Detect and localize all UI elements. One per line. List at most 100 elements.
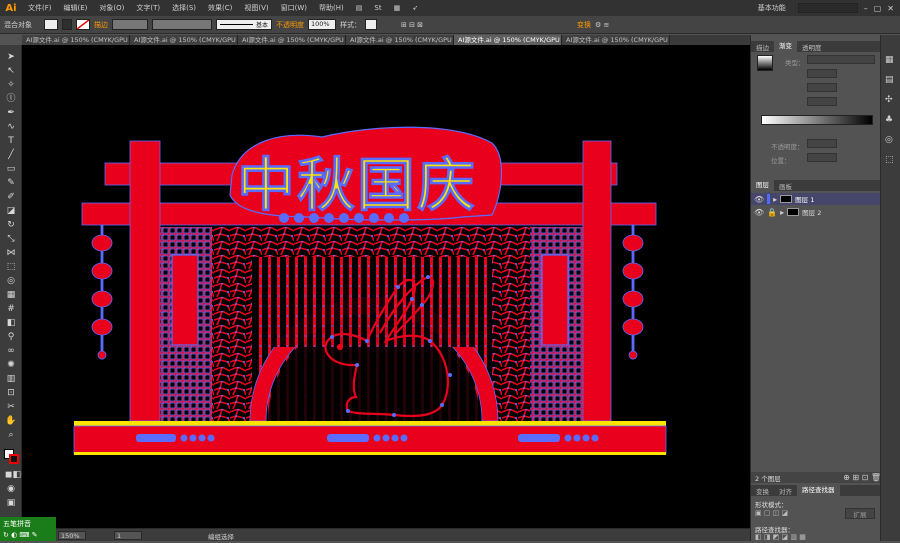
tab-gradient[interactable]: 渐变 [774,41,797,52]
layer-row-2[interactable]: 👁 🔒 ▸ 图层 2 [751,206,881,218]
close-icon[interactable]: ✕ [887,4,894,13]
gradient-tool-icon[interactable]: ◧ [5,317,17,329]
bridge-icon[interactable]: ▤ [350,4,369,12]
swatches-panel-icon[interactable]: ▤ [885,75,897,87]
scale-tool-icon[interactable]: ⤡ [5,233,17,245]
lasso-tool-icon[interactable]: ⓛ [5,93,17,105]
tab-document-1[interactable]: AI源文件.ai @ 150% (CMYK/GPU 预览) [22,35,130,45]
gradient-position-input[interactable] [807,153,837,162]
stroke-swatch[interactable] [76,19,90,30]
line-tool-icon[interactable]: ╱ [5,149,17,161]
magic-wand-tool-icon[interactable]: ✧ [5,79,17,91]
tab-document-6[interactable]: AI源文件.ai @ 150% (CMYK/GPU 预览) [562,35,670,45]
tab-pathfinder[interactable]: 路径查找器 [797,485,840,496]
eyedropper-tool-icon[interactable]: ⚲ [5,331,17,343]
tab-artboards[interactable]: 画板 [774,181,797,191]
layer-actions-icons[interactable]: ⊕ ⊞ ⊡ 🗑 [843,473,881,482]
layer-row-1[interactable]: 👁 ▸ 图层 1 [751,193,881,205]
shape-mode-buttons[interactable]: ▣ ▢ ◫ ◪ [755,509,835,519]
layer-name[interactable]: 图层 1 [795,194,814,204]
graphic-style-swatch[interactable] [365,19,377,30]
drawing-mode-icon[interactable]: ◉ [5,483,17,495]
tab-align[interactable]: 对齐 [774,486,797,496]
mesh-tool-icon[interactable]: # [5,303,17,315]
opacity-input[interactable]: 100% [308,19,336,30]
shape-builder-tool-icon[interactable]: ◎ [5,275,17,287]
variable-width-profile[interactable] [152,19,212,30]
gradient-angle-input[interactable] [807,83,837,92]
curvature-tool-icon[interactable]: ∿ [5,121,17,133]
align-icon[interactable]: ⊞ ⊟ ⊠ [401,21,423,29]
slice-tool-icon[interactable]: ✂ [5,401,17,413]
menu-file[interactable]: 文件(F) [22,3,58,13]
tab-transparency[interactable]: 透明度 [797,42,827,52]
brush-definition[interactable]: 基本 [216,19,272,30]
tab-transform[interactable]: 变换 [751,486,774,496]
artboard-tool-icon[interactable]: ⊡ [5,387,17,399]
artwork-svg[interactable]: 中秋国庆 [22,45,750,528]
control-more-icon[interactable]: ⚙ ≡ [595,21,609,29]
fill-swatch[interactable] [44,19,58,30]
tab-document-3[interactable]: AI源文件.ai @ 150% (CMYK/GPU 预览) [238,35,346,45]
visibility-eye-icon[interactable]: 👁 [754,208,764,217]
menu-effect[interactable]: 效果(C) [202,3,238,13]
stroke-weight-input[interactable] [112,19,148,30]
appearance-panel-icon[interactable]: ◎ [885,135,897,147]
menu-window[interactable]: 窗口(W) [275,3,313,13]
zoom-level[interactable]: 150% [58,531,86,540]
expand-button[interactable]: 扩展 [845,508,875,519]
width-tool-icon[interactable]: ⋈ [5,247,17,259]
eraser-tool-icon[interactable]: ◪ [5,205,17,217]
graph-tool-icon[interactable]: ▥ [5,373,17,385]
menu-select[interactable]: 选择(S) [166,3,202,13]
menu-view[interactable]: 视图(V) [238,3,274,13]
gradient-opacity-input[interactable] [807,139,837,148]
color-panel-icon[interactable]: ▦ [885,55,897,67]
menu-object[interactable]: 对象(O) [93,3,130,13]
gpu-icon[interactable]: ➶ [406,4,424,12]
menu-edit[interactable]: 编辑(E) [58,3,94,13]
layer-name[interactable]: 图层 2 [802,207,821,217]
search-input[interactable] [797,3,858,13]
gradient-stroke-select[interactable] [807,69,837,78]
symbol-sprayer-tool-icon[interactable]: ✺ [5,359,17,371]
gradient-type-select[interactable] [807,55,875,64]
fill-dropdown[interactable] [62,19,72,30]
free-transform-tool-icon[interactable]: ⬚ [5,261,17,273]
gradient-aspect-input[interactable] [807,97,837,106]
lock-icon[interactable]: 🔒 [767,208,777,217]
workspace-switcher[interactable]: 基本功能 [752,3,792,13]
type-tool-icon[interactable]: T [5,135,17,147]
minimize-icon[interactable]: – [864,4,868,13]
tab-layers[interactable]: 图层 [751,180,774,191]
menu-type[interactable]: 文字(T) [130,3,166,13]
pen-tool-icon[interactable]: ✒ [5,107,17,119]
selection-tool-icon[interactable]: ➤ [5,51,17,63]
stroke-label[interactable]: 描边 [94,20,108,30]
artboard-canvas[interactable]: 中秋国庆 [22,45,750,528]
arrange-icon[interactable]: ▦ [388,4,407,12]
rotate-tool-icon[interactable]: ↻ [5,219,17,231]
ime-icons[interactable]: ↻ ◐ ⌨ ✎ [0,531,56,539]
restore-icon[interactable]: ▢ [874,4,882,13]
hand-tool-icon[interactable]: ✋ [5,415,17,427]
perspective-grid-tool-icon[interactable]: ▦ [5,289,17,301]
expand-arrow-icon[interactable]: ▸ [780,208,784,217]
tab-document-2[interactable]: AI源文件.ai @ 150% (CMYK/GPU 预览) [130,35,238,45]
ime-toolbar[interactable]: 五笔拼音 ↻ ◐ ⌨ ✎ [0,517,56,541]
transform-label[interactable]: 变换 [577,20,591,30]
pathfinder-buttons[interactable]: ◧ ◨ ◩ ◪ ▥ ▦ [755,533,875,543]
artboard-number[interactable]: 1 [114,531,142,540]
menu-help[interactable]: 帮助(H) [313,3,350,13]
stock-icon[interactable]: St [368,4,387,12]
opacity-label[interactable]: 不透明度 [276,20,304,30]
tab-stroke[interactable]: 描边 [751,42,774,52]
gradient-swatch[interactable] [757,55,773,71]
graphic-styles-panel-icon[interactable]: ⬚ [885,155,897,167]
pencil-tool-icon[interactable]: ✐ [5,191,17,203]
paintbrush-tool-icon[interactable]: ✎ [5,177,17,189]
direct-selection-tool-icon[interactable]: ↖ [5,65,17,77]
screen-mode-icon[interactable]: ▣ [5,497,17,509]
gradient-ramp[interactable] [761,115,873,125]
rectangle-tool-icon[interactable]: ▭ [5,163,17,175]
